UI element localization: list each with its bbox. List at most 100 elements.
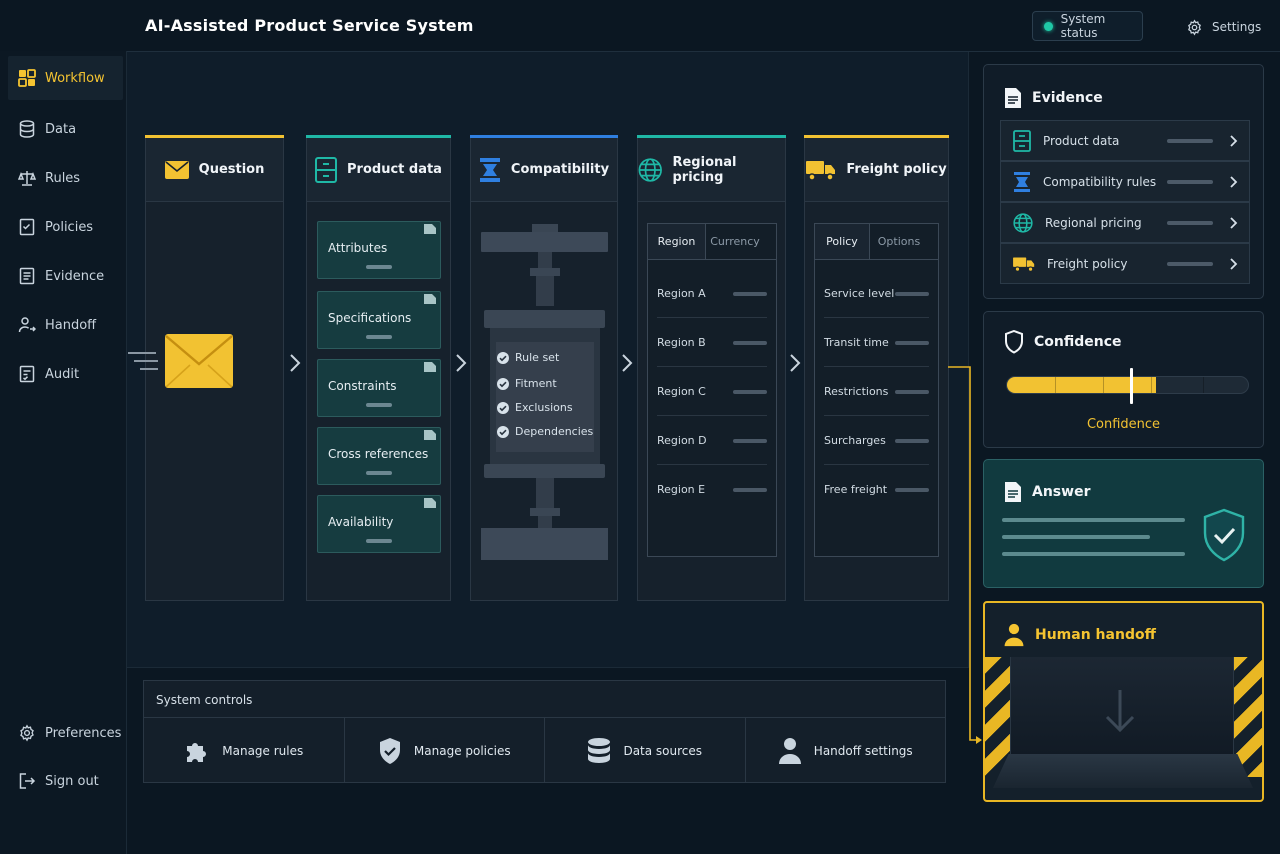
tab-policy[interactable]: Policy [815,224,870,259]
handoff-tray [993,754,1253,788]
sidebar-item-sign-out[interactable]: Sign out [8,759,123,803]
file-icon [424,294,436,304]
sidebar-item-audit[interactable]: Audit [8,352,123,396]
meter-segment [1055,377,1056,393]
handoff-title-label: Human handoff [1035,627,1156,643]
flow-chevron-icon [456,354,467,372]
table-row[interactable]: Region B [657,318,767,367]
press-machine-illustration [481,224,608,560]
person-arrow-icon [18,317,36,333]
evidence-item-regional-pricing[interactable]: Regional pricing [1000,202,1250,243]
sidebar-item-handoff[interactable]: Handoff [8,303,123,347]
database-icon [19,120,35,138]
chevron-right-icon [1230,135,1238,147]
column-header: Compatibility [471,138,617,202]
handoff-settings-button[interactable]: Handoff settings [746,718,946,783]
row-label: Service level [824,286,895,300]
scales-icon [18,171,36,186]
control-label: Handoff settings [813,743,913,758]
app-title: AI-Assisted Product Service System [145,16,474,35]
column-header: Question [146,138,283,202]
gear-icon [20,724,34,742]
row-value-bar [895,439,929,443]
flow-chevron-icon [290,354,301,372]
table-row[interactable]: Region C [657,367,767,416]
product-card-label: Specifications [328,311,412,325]
tab-region[interactable]: Region [648,224,706,259]
evidence-item-label: Product data [1043,133,1120,148]
manage-policies-button[interactable]: Manage policies [345,718,545,783]
system-controls-grid: Manage rules Manage policies Data source… [144,717,945,783]
handoff-connector-line [948,366,982,744]
system-status-button[interactable]: System status [1032,11,1143,41]
document-icon [1005,482,1021,502]
row-value-bar [895,488,929,492]
file-icon [424,224,436,234]
column-title: Regional pricing [672,154,737,185]
chevron-right-icon [1230,176,1238,188]
product-card[interactable]: Attributes [317,221,441,279]
column-title: Compatibility [510,162,610,177]
confidence-label: Confidence [1086,417,1161,432]
data-sources-button[interactable]: Data sources [545,718,746,783]
confidence-marker [1130,368,1133,404]
file-cabinet-icon [315,156,338,183]
sidebar-item-rules[interactable]: Rules [8,156,123,200]
evidence-item-freight-policy[interactable]: Freight policy [1000,243,1250,284]
sidebar-item-label: Data [45,121,77,137]
sidebar-item-evidence[interactable]: Evidence [8,254,123,298]
row-label: Region E [657,483,706,496]
manage-rules-button[interactable]: Manage rules [144,718,345,783]
answer-panel[interactable]: Answer [983,459,1264,588]
system-status-label: System status [1060,12,1106,40]
check-circle-icon [497,351,509,364]
product-card[interactable]: Specifications [317,291,441,349]
evidence-item-label: Regional pricing [1045,215,1142,230]
checklist-icon [19,218,35,236]
sidebar-item-data[interactable]: Data [8,107,123,151]
freight-policy-column: Freight policy Policy Options Service le… [804,135,949,601]
sidebar-item-preferences[interactable]: Preferences [8,711,123,755]
handoff-title: Human handoff [1003,623,1156,647]
evidence-item-compatibility-rules[interactable]: Compatibility rules [1000,161,1250,202]
table-row[interactable]: Free freight [824,465,929,514]
row-label: Region C [657,384,706,398]
sidebar-item-label: Audit [45,366,80,382]
puzzle-icon [187,742,207,762]
table-row[interactable]: Transit time [824,318,929,367]
product-card[interactable]: Constraints [317,359,441,417]
table-row[interactable]: Region A [657,269,767,318]
sidebar-item-policies[interactable]: Policies [8,205,123,249]
arrow-down-icon [1105,690,1135,733]
product-card[interactable]: Cross references [317,427,441,485]
truck-icon [1013,256,1035,272]
tab-currency[interactable]: Currency [706,224,764,259]
envelope-icon [164,160,189,179]
human-handoff-panel[interactable]: Human handoff [983,601,1264,802]
pricing-tabs: Region Currency [648,224,776,260]
row-label: Region D [657,433,707,447]
document-icon [1005,88,1021,108]
row-value-bar [895,341,929,345]
table-row[interactable]: Region D [657,416,767,465]
table-row[interactable]: Service level [824,269,929,318]
table-row[interactable]: Region E [657,465,767,514]
confidence-meter [1006,376,1249,394]
row-value-bar [895,390,929,394]
check-label: Dependencies [515,425,594,438]
shield-check-icon [379,737,400,764]
filter-press-icon [479,157,500,182]
tab-options[interactable]: Options [870,224,928,259]
file-icon [424,430,436,440]
table-row[interactable]: Surcharges [824,416,929,465]
check-circle-icon [497,377,509,390]
product-card[interactable]: Availability [317,495,441,553]
filter-press-icon [1014,171,1030,192]
sidebar-item-label: Policies [45,219,94,235]
sidebar-item-workflow[interactable]: Workflow [8,56,123,100]
evidence-item-product-data[interactable]: Product data [1000,120,1250,161]
product-data-column: Product data Attributes Specifications C… [306,135,451,601]
settings-button[interactable]: Settings [1186,17,1261,37]
person-icon [1004,623,1024,647]
table-row[interactable]: Restrictions [824,367,929,416]
